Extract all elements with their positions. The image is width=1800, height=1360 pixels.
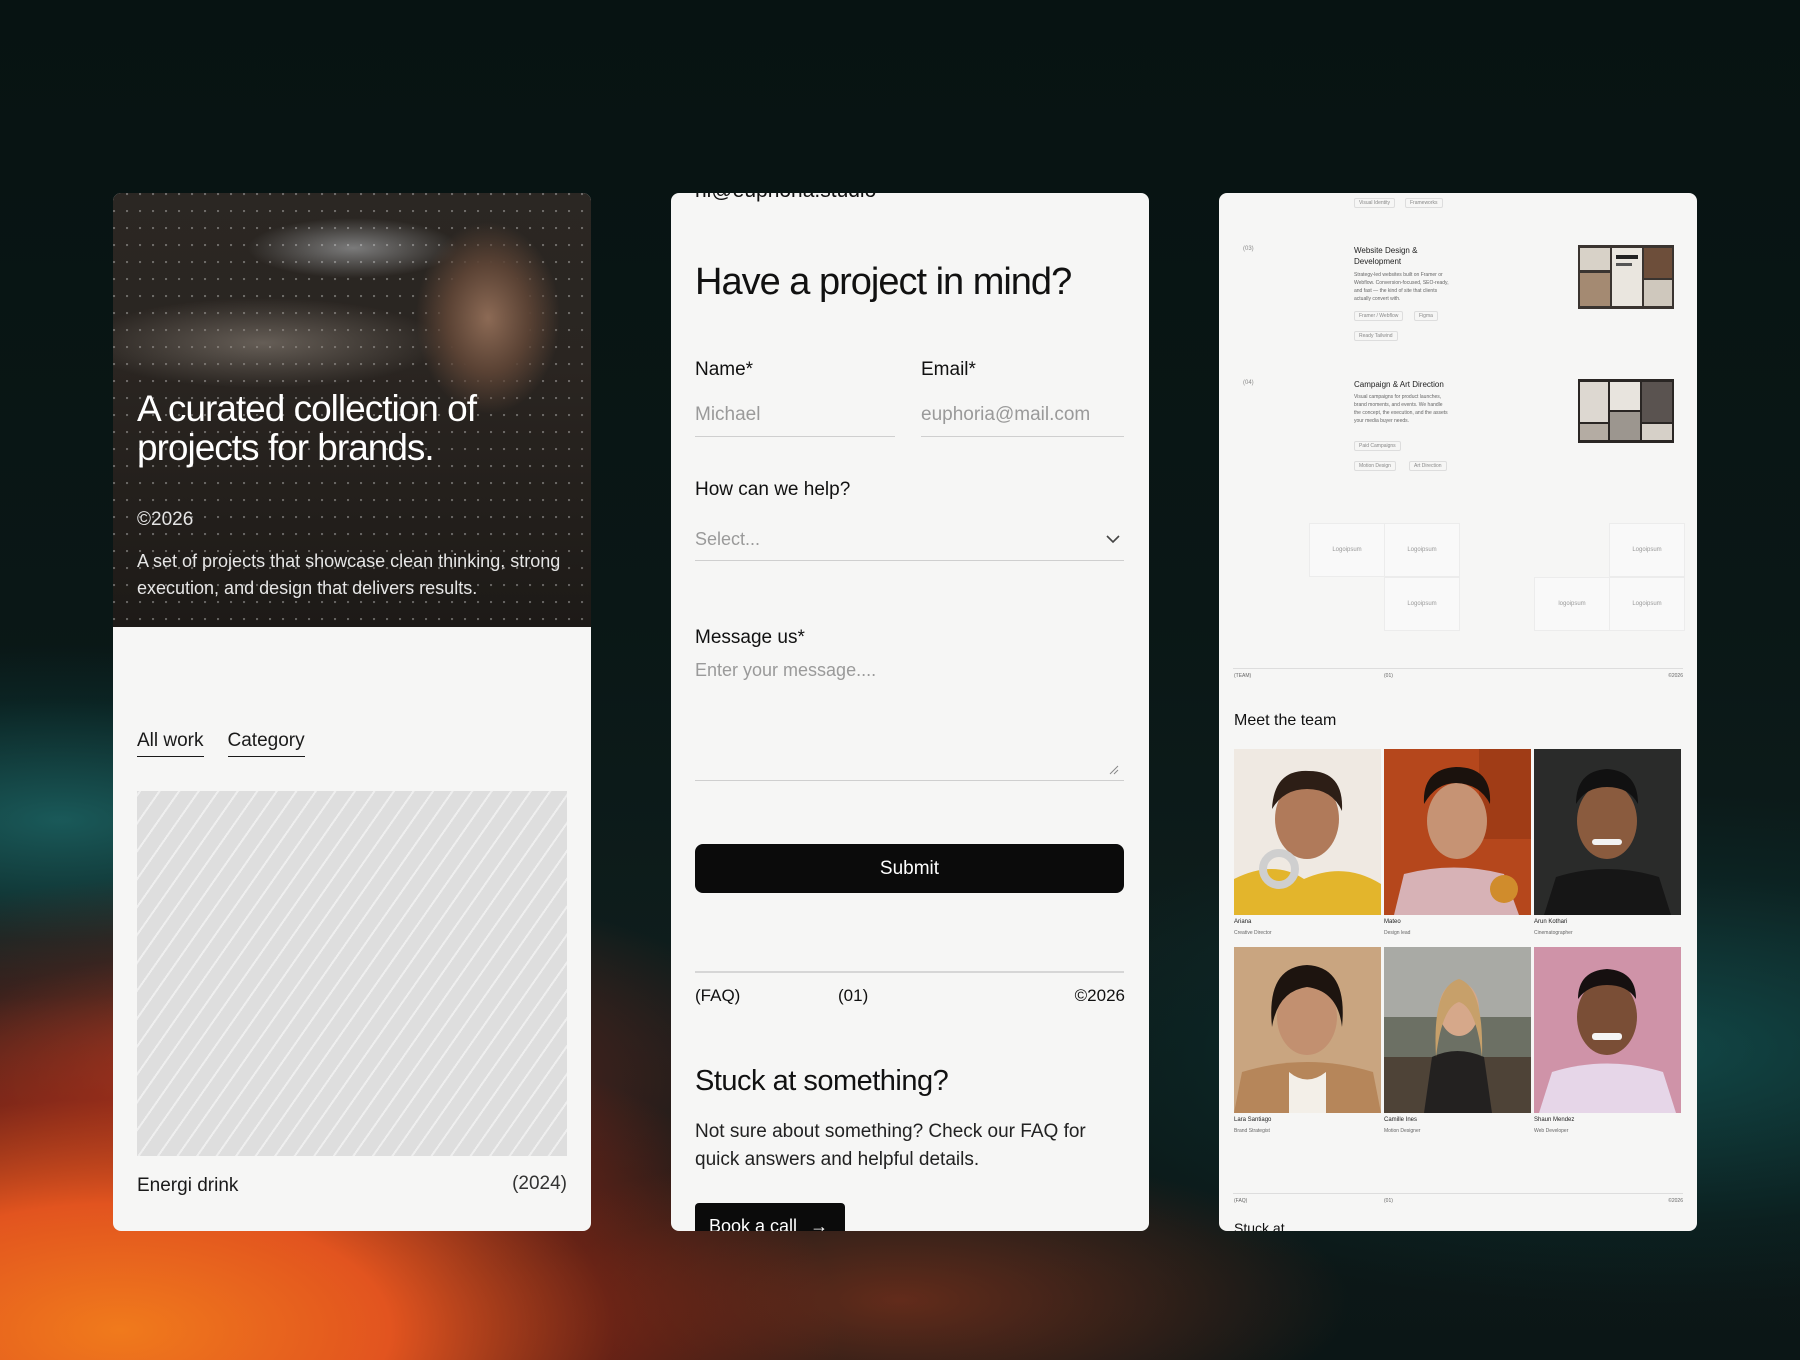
divider — [1233, 668, 1683, 669]
service-description: Visual campaigns for product launches, b… — [1354, 394, 1448, 424]
form-title: Have a project in mind? — [695, 261, 1072, 303]
team-role: Brand Strategist — [1234, 1128, 1270, 1134]
team-role: Cinematographer — [1534, 930, 1573, 936]
team-photo[interactable] — [1234, 947, 1381, 1113]
team-photo[interactable] — [1384, 947, 1531, 1113]
service-tag: Ready Tailwind — [1354, 331, 1398, 341]
client-logo: Logoipsum — [1384, 523, 1460, 577]
name-field[interactable] — [695, 394, 895, 437]
service-number: (03) — [1243, 246, 1254, 252]
hero-title: A curated collection of projects for bra… — [137, 388, 477, 468]
service-tag: Framer / Webflow — [1354, 311, 1404, 321]
team-photo[interactable] — [1384, 749, 1531, 915]
studio-panel: Visual Identity Frameworks (03) Website … — [1219, 193, 1697, 1231]
service-tag: Figma — [1414, 311, 1438, 321]
hero-image: A curated collection of projects for bra… — [113, 193, 591, 627]
section-label: (FAQ) — [1234, 1198, 1248, 1204]
email-field[interactable] — [921, 394, 1124, 437]
service-title: Campaign & Art Direction — [1354, 380, 1444, 389]
arrow-right-icon: → — [810, 1215, 829, 1232]
service-thumbnail[interactable] — [1578, 379, 1674, 443]
client-logo: Logoipsum — [1609, 523, 1685, 577]
divider — [1233, 1193, 1683, 1194]
contact-panel: hi@euphoria.studio Have a project in min… — [671, 193, 1149, 1231]
team-title: Meet the team — [1234, 712, 1337, 729]
section-label: (TEAM) — [1234, 673, 1252, 679]
team-name: Arun Kothari — [1534, 919, 1568, 925]
team-photo[interactable] — [1234, 749, 1381, 915]
name-label: Name* — [695, 359, 754, 380]
book-call-label: Book a call — [709, 1215, 798, 1232]
help-label: How can we help? — [695, 479, 851, 500]
message-label: Message us* — [695, 627, 805, 648]
team-photo[interactable] — [1534, 947, 1681, 1113]
client-logo: Logoipsum — [1609, 577, 1685, 631]
divider — [695, 971, 1124, 973]
faq-label: (FAQ) — [695, 986, 741, 1005]
portfolio-panel: A curated collection of projects for bra… — [113, 193, 591, 1231]
faq-title: Stuck at — [1234, 1220, 1285, 1231]
project-image[interactable] — [137, 791, 567, 1156]
team-role: Creative Director — [1234, 930, 1272, 936]
book-call-button[interactable]: Book a call → — [695, 1203, 845, 1231]
service-tag: Art Direction — [1409, 461, 1447, 471]
service-tag: Motion Design — [1354, 461, 1396, 471]
tab-category[interactable]: Category — [227, 730, 305, 757]
service-tag: Frameworks — [1405, 198, 1443, 208]
service-description: Strategy-led websites built on Framer or… — [1354, 272, 1449, 302]
hero-description: A set of projects that showcase clean th… — [137, 551, 561, 598]
faq-year: ©2026 — [1074, 986, 1125, 1005]
team-role: Motion Designer — [1384, 1128, 1421, 1134]
service-number: (04) — [1243, 380, 1254, 386]
help-select[interactable]: Select... — [695, 518, 1124, 561]
team-name: Shaun Mendez — [1534, 1117, 1575, 1123]
select-placeholder: Select... — [695, 529, 761, 549]
message-field[interactable] — [695, 660, 1124, 781]
email-link[interactable]: hi@euphoria.studio — [695, 193, 876, 203]
filter-tabs: All work Category — [137, 730, 305, 757]
team-name: Ariana — [1234, 919, 1252, 925]
chevron-down-icon — [1106, 518, 1120, 560]
faq-index: (01) — [838, 986, 869, 1005]
team-name: Lara Santiago — [1234, 1117, 1272, 1123]
team-name: Mateo — [1384, 919, 1401, 925]
project-name: Energi drink — [137, 1175, 239, 1196]
section-index: (01) — [1384, 1198, 1393, 1204]
team-photo[interactable] — [1534, 749, 1681, 915]
service-thumbnail[interactable] — [1578, 245, 1674, 309]
section-index: (01) — [1384, 673, 1393, 679]
service-title: Website Design & Development — [1354, 246, 1418, 266]
service-tag: Paid Campaigns — [1354, 441, 1401, 451]
faq-description: Not sure about something? Check our FAQ … — [695, 1121, 1086, 1170]
resize-handle-icon[interactable] — [1109, 764, 1119, 778]
client-logo: logoipsum — [1534, 577, 1610, 631]
faq-title: Stuck at something? — [695, 1065, 949, 1097]
tab-all-work[interactable]: All work — [137, 730, 204, 757]
service-tag: Visual Identity — [1354, 198, 1396, 208]
client-logo: Logoipsum — [1309, 523, 1385, 577]
email-label: Email* — [921, 359, 976, 380]
project-year: (2024) — [512, 1173, 567, 1194]
team-name: Camille Ines — [1384, 1117, 1418, 1123]
team-role: Design lead — [1384, 930, 1411, 936]
team-role: Web Developer — [1534, 1128, 1569, 1134]
submit-button[interactable]: Submit — [695, 844, 1124, 893]
section-year: ©2026 — [1668, 673, 1683, 679]
client-logo: Logoipsum — [1384, 577, 1460, 631]
section-year: ©2026 — [1668, 1198, 1683, 1204]
hero-year: ©2026 — [137, 509, 194, 530]
